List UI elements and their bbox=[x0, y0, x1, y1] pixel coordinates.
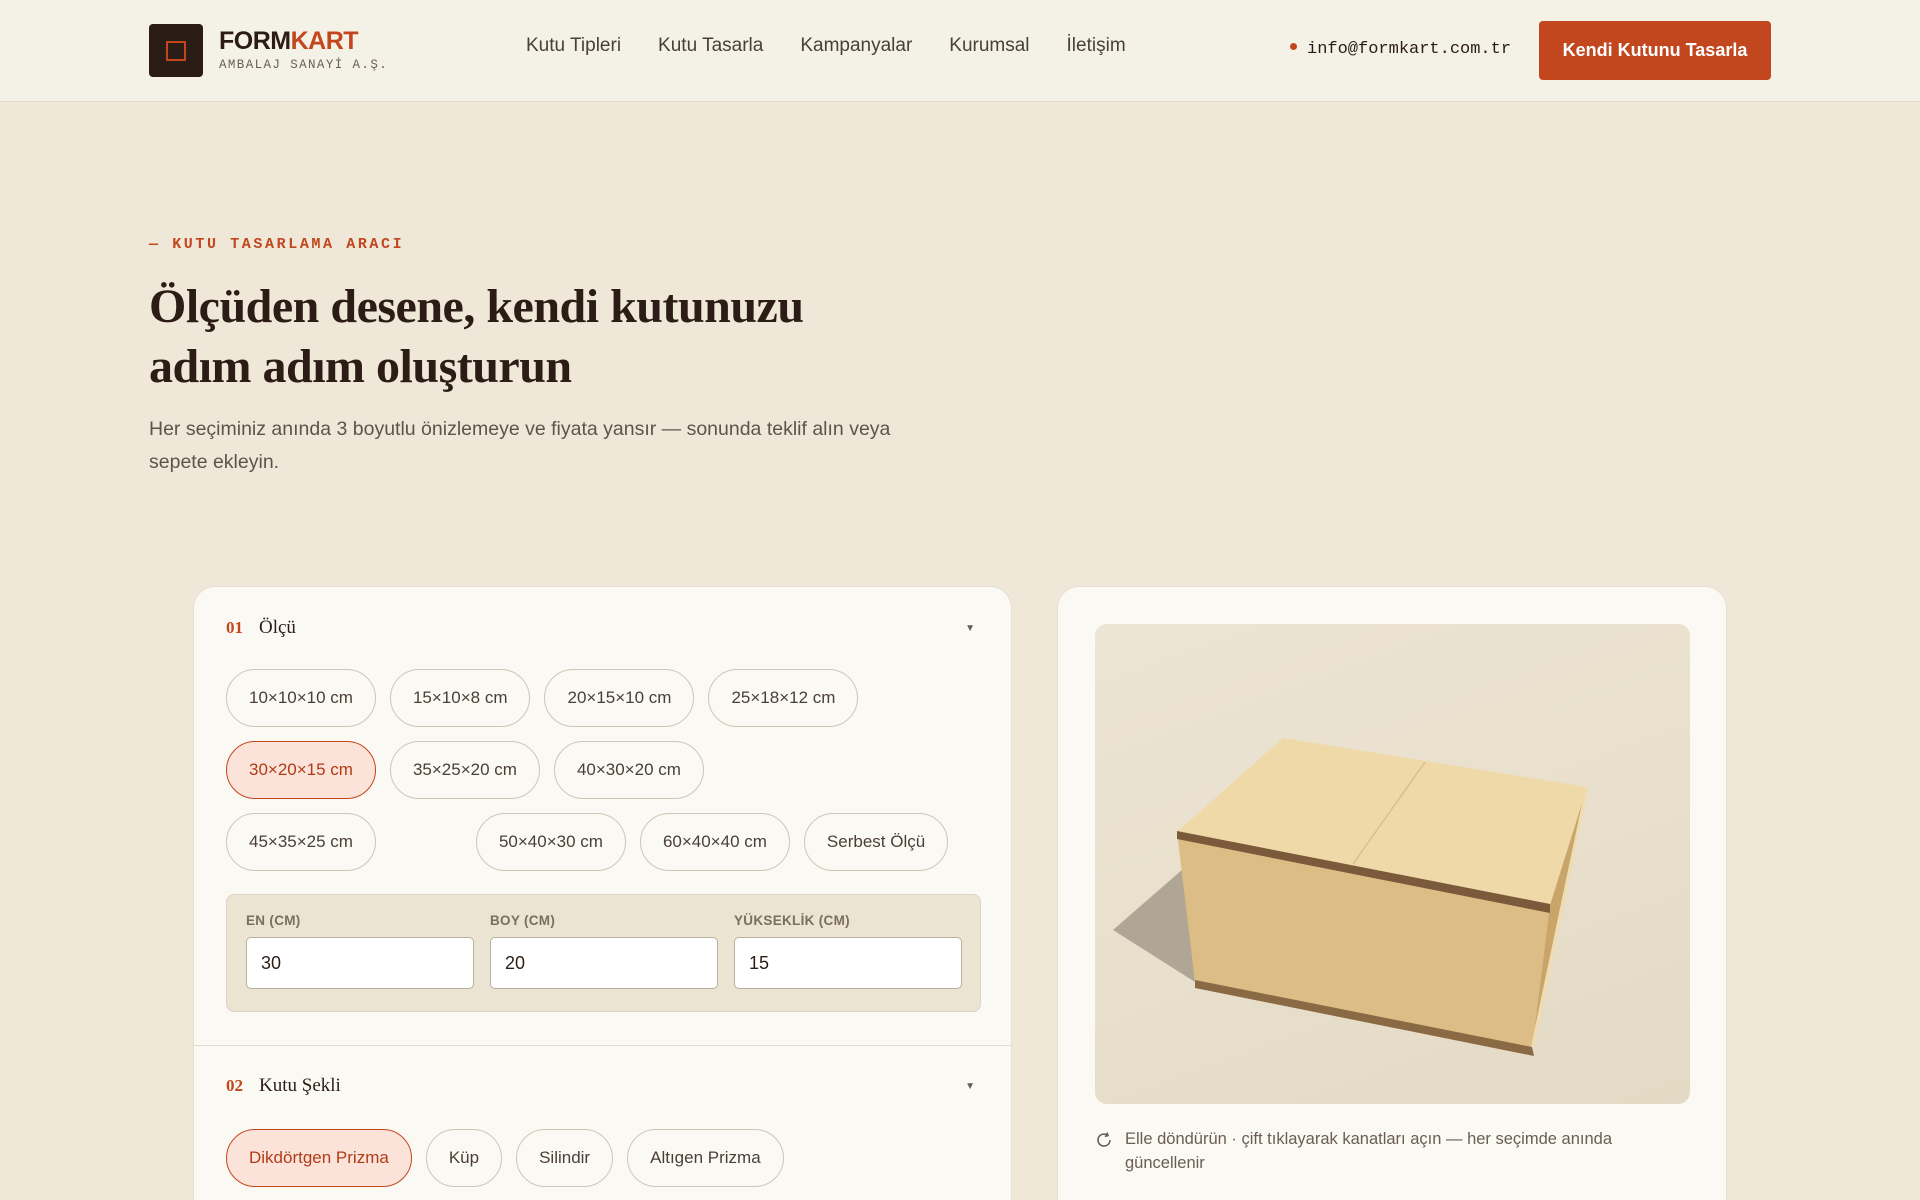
email-text: info@formkart.com.tr bbox=[1307, 40, 1512, 59]
brand-subtitle: AMBALAJ SANAYİ A.Ş. bbox=[219, 58, 389, 72]
size-option[interactable]: 25×18×12 cm bbox=[708, 669, 859, 727]
size-section-header[interactable]: 01 Ölçü bbox=[226, 617, 296, 639]
size-option[interactable]: 10×10×10 cm bbox=[226, 669, 376, 727]
size-option[interactable]: 15×10×8 cm bbox=[389, 669, 531, 727]
custom-size-option[interactable]: Serbest Ölçü bbox=[803, 813, 949, 871]
box-3d-viewport[interactable] bbox=[1095, 624, 1690, 1104]
height-group: YÜKSEKLİK (CM) 15 bbox=[734, 913, 962, 989]
size-section-number: 01 bbox=[226, 618, 243, 637]
site-header: FORMKART AMBALAJ SANAYİ A.Ş. Kutu Tipler… bbox=[0, 0, 1920, 102]
status-dot-icon bbox=[1290, 43, 1297, 51]
size-option[interactable]: 20×15×10 cm bbox=[544, 669, 695, 727]
size-option[interactable]: 40×30×20 cm bbox=[553, 741, 704, 799]
nav-iletisim[interactable]: İletişim bbox=[1067, 34, 1126, 58]
hero-eyebrow: — KUTU TASARLAMA ARACI bbox=[149, 236, 405, 253]
design-box-button[interactable]: Kendi Kutunu Tasarla bbox=[1539, 21, 1771, 80]
shape-section-number: 02 bbox=[226, 1076, 243, 1095]
shape-option[interactable]: Silindir bbox=[516, 1129, 614, 1187]
size-option[interactable]: 45×35×25 cm bbox=[226, 813, 376, 871]
chevron-down-icon[interactable]: ▼ bbox=[965, 623, 975, 634]
brand-primary: FORM bbox=[219, 27, 291, 55]
size-option[interactable]: 35×25×20 cm bbox=[389, 741, 540, 799]
nav-kutu-tipleri[interactable]: Kutu Tipleri bbox=[526, 34, 621, 58]
brand-accent: KART bbox=[290, 27, 359, 55]
shape-option-selected[interactable]: Dikdörtgen Prizma bbox=[226, 1129, 412, 1187]
size-option-selected[interactable]: 30×20×15 cm bbox=[226, 741, 376, 799]
height-label: YÜKSEKLİK (CM) bbox=[734, 913, 850, 928]
page-title: Ölçüden desene, kendi kutunuzu adım adım… bbox=[149, 280, 804, 393]
shape-options: Dikdörtgen Prizma Küp Silindir Altıgen P… bbox=[226, 1129, 986, 1200]
size-options: 10×10×10 cm 15×10×8 cm 20×15×10 cm 25×18… bbox=[226, 669, 966, 885]
brand-name[interactable]: FORMKART bbox=[219, 26, 359, 56]
size-option[interactable]: 60×40×40 cm bbox=[639, 813, 790, 871]
nav-kurumsal[interactable]: Kurumsal bbox=[949, 34, 1029, 58]
height-input[interactable]: 15 bbox=[734, 937, 962, 989]
width-input[interactable]: 30 bbox=[246, 937, 474, 989]
contact-email[interactable]: info@formkart.com.tr bbox=[1290, 38, 1511, 62]
nav-kutu-tasarla[interactable]: Kutu Tasarla bbox=[658, 34, 763, 58]
length-input[interactable]: 20 bbox=[490, 937, 718, 989]
configurator-panel: 01 Ölçü ▼ 10×10×10 cm 15×10×8 cm 20×15×1… bbox=[193, 586, 1012, 1200]
main-nav: Kutu Tipleri Kutu Tasarla Kampanyalar Ku… bbox=[526, 34, 1163, 58]
preview-hint: Elle döndürün · çift tıklayarak kanatlar… bbox=[1095, 1127, 1655, 1175]
shape-section-title: Kutu Şekli bbox=[259, 1075, 341, 1096]
box-shadow bbox=[1113, 869, 1195, 982]
rotate-icon bbox=[1095, 1127, 1125, 1175]
shape-section-header[interactable]: 02 Kutu Şekli bbox=[226, 1075, 341, 1097]
size-section-title: Ölçü bbox=[259, 617, 296, 638]
width-label: EN (CM) bbox=[246, 913, 301, 928]
length-label: BOY (CM) bbox=[490, 913, 556, 928]
section-divider bbox=[194, 1045, 1011, 1046]
preview-panel: Elle döndürün · çift tıklayarak kanatlar… bbox=[1057, 586, 1727, 1200]
box-3d-illustration bbox=[1113, 738, 1589, 1056]
logo-icon[interactable] bbox=[149, 24, 203, 77]
width-group: EN (CM) 30 bbox=[246, 913, 474, 989]
hero-subtitle: Her seçiminiz anında 3 boyutlu önizlemey… bbox=[149, 418, 891, 473]
chevron-down-icon[interactable]: ▼ bbox=[965, 1081, 975, 1092]
preview-hint-text: Elle döndürün · çift tıklayarak kanatlar… bbox=[1125, 1130, 1612, 1172]
dimension-inputs: EN (CM) 30 BOY (CM) 20 YÜKSEKLİK (CM) 15 bbox=[226, 894, 981, 1012]
shape-option[interactable]: Altıgen Prizma bbox=[627, 1129, 784, 1187]
size-option[interactable]: 50×40×30 cm bbox=[475, 813, 626, 871]
length-group: BOY (CM) 20 bbox=[490, 913, 718, 989]
nav-kampanyalar[interactable]: Kampanyalar bbox=[800, 34, 912, 58]
shape-option[interactable]: Küp bbox=[425, 1129, 503, 1187]
